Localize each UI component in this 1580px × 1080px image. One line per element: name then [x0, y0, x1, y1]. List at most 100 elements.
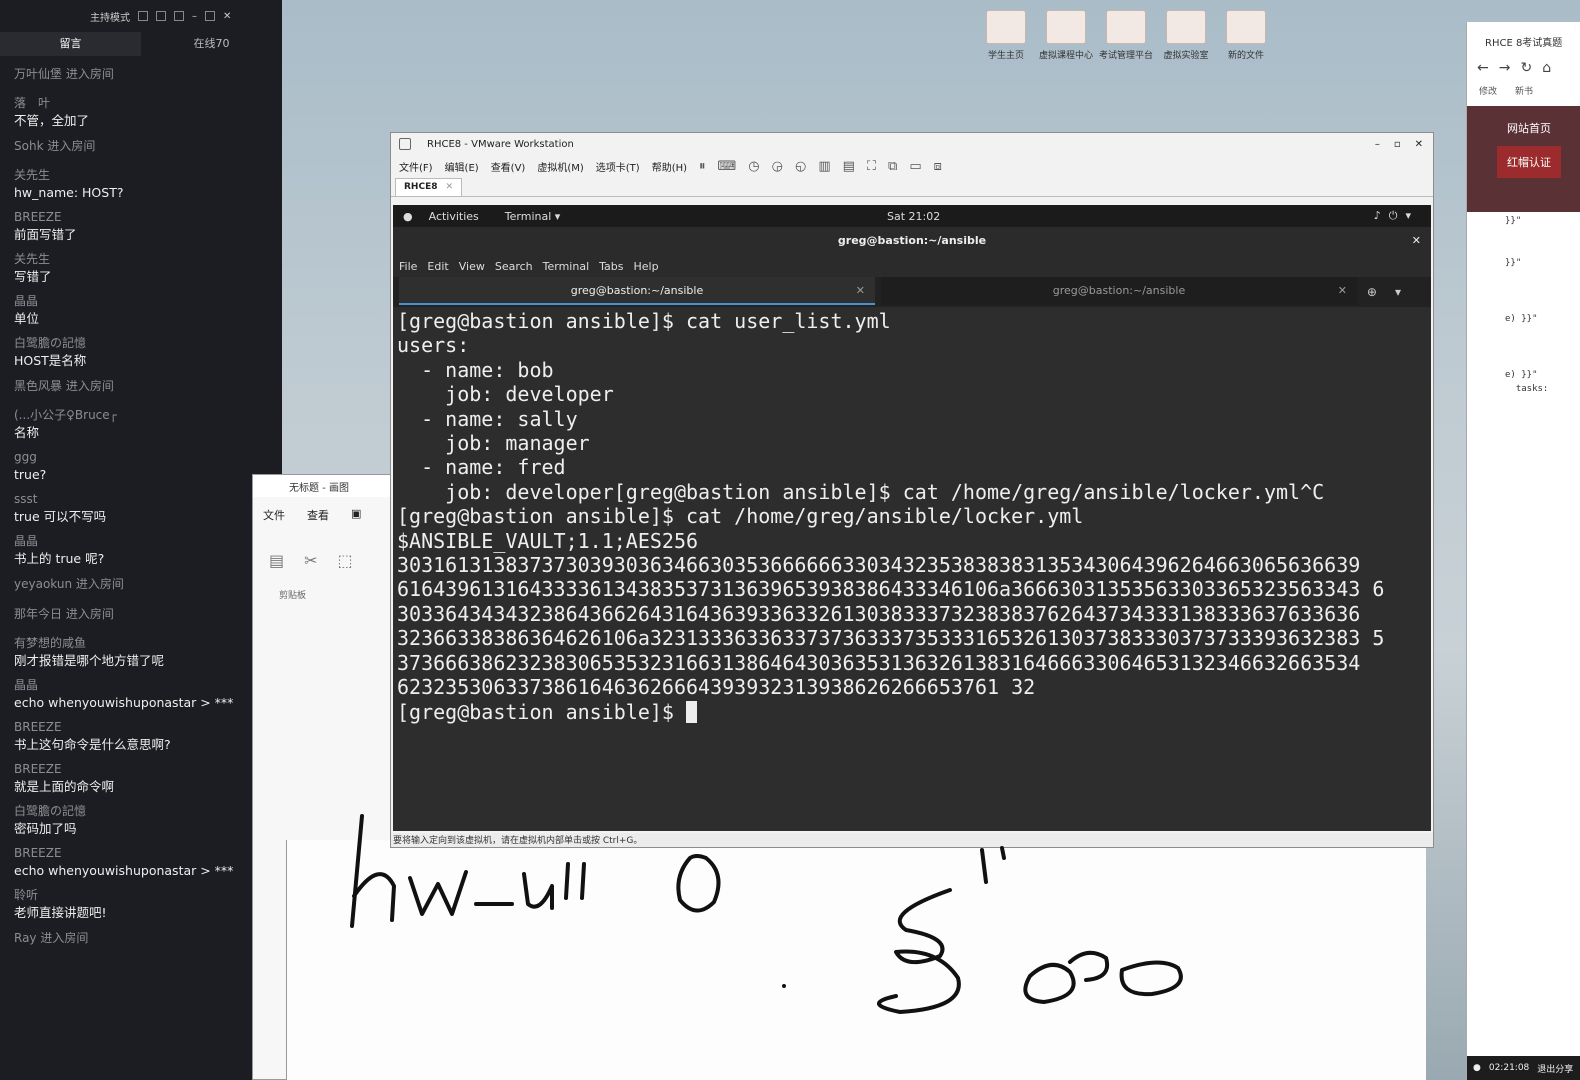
paste-icon[interactable]: ▤ [269, 551, 284, 570]
terminal-line: 6164396131643333613438353731363965393838… [397, 577, 1385, 602]
menu-edit[interactable]: Edit [427, 260, 448, 273]
clock[interactable]: Sat 21:02 [887, 210, 940, 223]
desktop-icon[interactable]: 考试管理平台 [1099, 10, 1153, 61]
desktop-icon[interactable]: 学生主页 [982, 10, 1030, 61]
chat-message: BREEZE 就是上面的命令啊 [14, 760, 282, 796]
menu-vm[interactable]: 虚拟机(M) [537, 159, 583, 174]
unity-icon[interactable]: ⧉ [888, 159, 897, 174]
shortcut-icon [986, 10, 1026, 44]
snapshot-icon[interactable]: ◷ [748, 159, 759, 174]
desktop-icon[interactable]: 新的文件 [1222, 10, 1270, 61]
terminal-line: job: manager [397, 431, 590, 456]
back-icon[interactable]: ← [1477, 60, 1489, 76]
minimize-icon[interactable]: – [192, 11, 197, 22]
close-icon[interactable]: ✕ [1412, 227, 1421, 255]
menu-file[interactable]: 文件(F) [399, 159, 433, 174]
menu-search[interactable]: Search [495, 260, 533, 273]
terminal-line: - name: sally [397, 406, 578, 431]
terminal-line: 32366338386364626106a3231333633633737363… [397, 626, 1385, 651]
chat-username: 白鹭膽の記憶 [14, 804, 87, 818]
select-icon[interactable]: ⬚ [338, 551, 353, 570]
bookmark-link[interactable]: 修改 [1479, 84, 1497, 97]
tab-messages[interactable]: 留言 [0, 32, 141, 56]
chat-join-notice: 那年今日 进入房间 [14, 607, 114, 621]
view-options-icon[interactable]: ⧈ [934, 159, 942, 174]
cut-icon[interactable]: ✂ [304, 551, 317, 570]
thumbnail-icon[interactable]: ▤ [843, 159, 855, 174]
sidebar-toggle-icon[interactable]: ▥ [818, 159, 830, 174]
save-icon[interactable]: ▣ [351, 507, 361, 523]
chat-username: BREEZE [14, 720, 62, 734]
terminal-tab[interactable]: greg@bastion:~/ansible ✕ [881, 277, 1357, 305]
menu-tabs[interactable]: 选项卡(T) [596, 159, 640, 174]
shortcut-icon [1226, 10, 1266, 44]
menu-tabs[interactable]: Tabs [599, 260, 623, 273]
guest-screen[interactable]: ● Activities Terminal ▾ Sat 21:02 ♪⏻▾ gr… [393, 205, 1431, 831]
chat-message: 晶晶 单位 [14, 292, 282, 328]
host-mode-label: 主持模式 [90, 12, 130, 24]
console-icon[interactable]: ▭ [909, 159, 921, 174]
system-menu[interactable]: ♪⏻▾ [1374, 209, 1431, 223]
paint-menu-view[interactable]: 查看 [307, 507, 329, 523]
menu-terminal[interactable]: Terminal [543, 260, 590, 273]
chat-message: 有梦想的咸鱼刚才报错是哪个地方错了呢 [14, 634, 282, 670]
chat-message: 晶晶 echo whenyouwishuponastar > *** [14, 676, 282, 712]
snapshot-manager-icon[interactable]: ◵ [795, 159, 806, 174]
minimize-icon[interactable]: – [1375, 139, 1380, 150]
browser-window: RHCE 8考试真题 ← → ↻ ⌂ 修改 新书 网站首页 红帽认证 }}" }… [1466, 22, 1580, 1080]
chat-text: 密码加了吗 [14, 821, 77, 836]
menu-icon[interactable] [174, 11, 184, 21]
terminal-line: 6232353063373861646362666439393231393862… [397, 675, 1036, 700]
menu-view[interactable]: 查看(V) [491, 159, 526, 174]
desktop-icons: 学生主页 虚拟课程中心 考试管理平台 虚拟实验室 新的文件 [982, 10, 1270, 61]
menu-view[interactable]: View [459, 260, 485, 273]
maximize-icon[interactable] [205, 11, 215, 21]
menu-edit[interactable]: 编辑(E) [445, 159, 479, 174]
chat-username: BREEZE [14, 762, 62, 776]
popout-icon[interactable] [156, 11, 166, 21]
browser-tab-title[interactable]: RHCE 8考试真题 [1467, 22, 1580, 58]
stop-share-button[interactable]: 退出分享 [1537, 1062, 1573, 1075]
maximize-icon[interactable]: ▫ [1394, 139, 1401, 150]
chat-username: 关先生 [14, 168, 51, 182]
clipboard-label: 剪贴板 [279, 591, 307, 601]
fullscreen-icon[interactable]: ⛶ [867, 159, 876, 174]
forward-icon[interactable]: → [1499, 60, 1511, 76]
close-tab-icon[interactable]: ✕ [1338, 277, 1347, 305]
close-tab-icon[interactable]: ✕ [856, 277, 865, 305]
new-tab-icon[interactable]: ⊕ [1367, 285, 1395, 299]
paint-menu-file[interactable]: 文件 [263, 507, 285, 523]
chat-username: 有梦想的咸鱼 [14, 636, 87, 650]
chat-text: 刚才报错是哪个地方错了呢 [14, 653, 165, 668]
close-icon[interactable]: ✕ [223, 11, 231, 22]
close-tab-icon[interactable]: ✕ [445, 182, 453, 192]
tab-online[interactable]: 在线70 [141, 32, 282, 56]
page-code-snippet: }}" }}" e) }}" e) }}" tasks: [1505, 216, 1549, 394]
app-menu[interactable]: Terminal ▾ [505, 210, 561, 223]
revert-snapshot-icon[interactable]: ◶ [772, 159, 783, 174]
reload-icon[interactable]: ↻ [1520, 60, 1532, 76]
nav-redhat-cert[interactable]: 红帽认证 [1497, 146, 1561, 178]
bookmark-link[interactable]: 新书 [1515, 84, 1533, 97]
desktop-icon[interactable]: 虚拟课程中心 [1039, 10, 1093, 61]
chat-text: HOST是名称 [14, 353, 87, 368]
close-icon[interactable]: ✕ [1415, 139, 1423, 150]
chevron-down-icon[interactable]: ▾ [1395, 285, 1419, 299]
settings-icon[interactable] [138, 11, 148, 21]
chat-join-notice: Ray 进入房间 [14, 931, 89, 945]
menu-help[interactable]: 帮助(H) [652, 159, 687, 174]
menu-file[interactable]: File [399, 260, 417, 273]
menu-help[interactable]: Help [634, 260, 659, 273]
terminal-tab-active[interactable]: greg@bastion:~/ansible ✕ [399, 277, 875, 305]
send-keys-icon[interactable]: ⌨ [718, 159, 737, 174]
home-icon[interactable]: ⌂ [1542, 60, 1551, 76]
terminal-output[interactable]: [greg@bastion ansible]$ cat user_list.ym… [393, 307, 1431, 724]
paint-title: 无标题 - 画图 [253, 475, 401, 497]
desktop-icon[interactable]: 虚拟实验室 [1162, 10, 1210, 61]
pause-icon[interactable]: ⏸ [699, 159, 706, 174]
chat-message: BREEZE 前面写错了 [14, 208, 282, 244]
tab-rhce8[interactable]: RHCE8 ✕ [395, 178, 463, 196]
chat-join-notice: 万叶仙堡 进入房间 [14, 67, 114, 81]
activities-button[interactable]: Activities [429, 210, 479, 223]
nav-home[interactable]: 网站首页 [1467, 106, 1580, 136]
